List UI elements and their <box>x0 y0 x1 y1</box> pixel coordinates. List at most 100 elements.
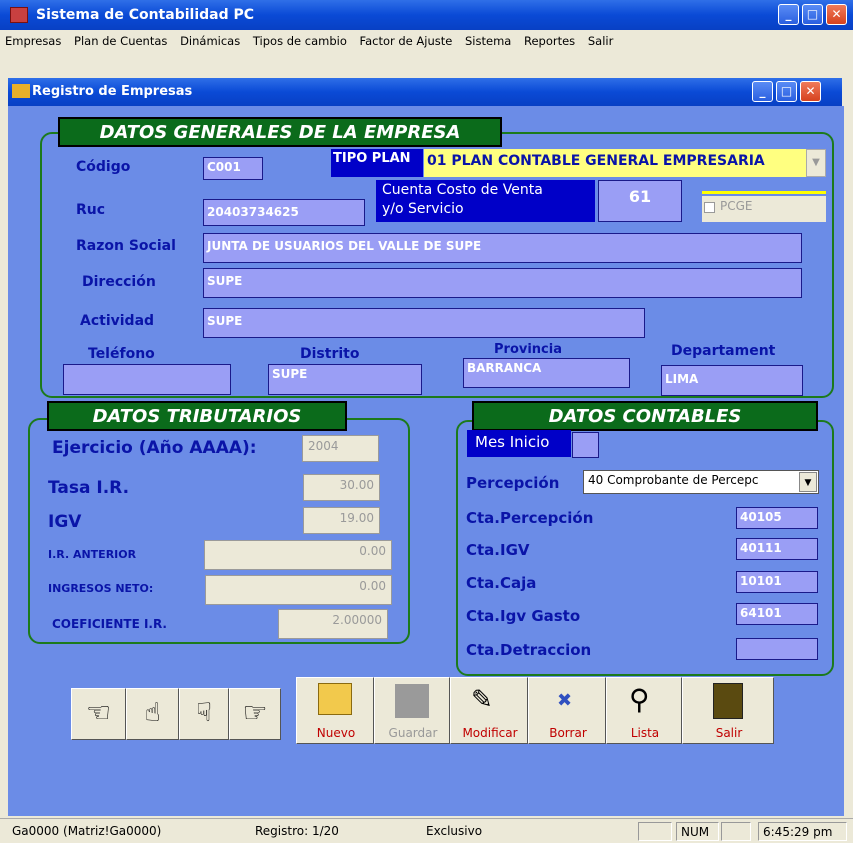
tasa-ir-field[interactable]: 30.00 <box>303 474 380 501</box>
child-close-button[interactable]: ✕ <box>800 81 821 102</box>
hand-right-icon: ☞ <box>242 696 268 729</box>
percepcion-dropdown-icon[interactable]: ▼ <box>799 472 817 492</box>
coeficiente-ir-field[interactable]: 2.00000 <box>278 609 388 639</box>
telefono-field[interactable] <box>63 364 231 395</box>
app-titlebar: Sistema de Contabilidad PC _ □ ✕ <box>0 0 853 30</box>
contables-title: DATOS CONTABLES <box>472 401 818 431</box>
ejercicio-field[interactable]: 2004 <box>302 435 379 462</box>
cta-percepcion-label: Cta.Percepción <box>466 509 594 527</box>
magnifier-icon: ⚲ <box>629 683 650 716</box>
window-title: Registro de Empresas <box>32 84 193 99</box>
prev-record-button[interactable]: ☝ <box>126 688 179 740</box>
menu-reportes[interactable]: Reportes <box>519 30 579 48</box>
cta-detraccion-label: Cta.Detraccion <box>466 641 592 659</box>
borrar-button[interactable]: ✖ Borrar <box>528 677 606 744</box>
cta-igv-gasto-label: Cta.Igv Gasto <box>466 607 581 625</box>
cuenta-costo-label-line2: y/o Servicio <box>382 201 464 217</box>
hand-left-icon: ☜ <box>85 696 112 729</box>
first-record-button[interactable]: ☜ <box>71 688 126 740</box>
borrar-label: Borrar <box>549 726 587 740</box>
razon-social-label: Razon Social <box>76 238 176 254</box>
departamento-label: Departament <box>671 343 776 359</box>
tributarios-title: DATOS TRIBUTARIOS <box>47 401 347 431</box>
general-title: DATOS GENERALES DE LA EMPRESA <box>58 117 502 147</box>
guardar-button[interactable]: Guardar <box>374 677 450 744</box>
app-icon <box>10 7 28 23</box>
tasa-ir-label: Tasa I.R. <box>48 478 130 498</box>
provincia-label: Provincia <box>494 342 562 357</box>
hand-down-icon: ☟ <box>196 698 212 728</box>
percepcion-select-value: 40 Comprobante de Percepc <box>588 473 759 487</box>
pcge-divider <box>702 191 826 194</box>
ejercicio-label: Ejercicio (Año AAAA): <box>52 438 257 458</box>
status-alias: Ga0000 (Matriz!Ga0000) <box>12 824 162 838</box>
maximize-button[interactable]: □ <box>802 4 823 25</box>
child-minimize-button[interactable]: _ <box>752 81 773 102</box>
lista-label: Lista <box>630 726 660 740</box>
guardar-label: Guardar <box>388 726 438 740</box>
last-record-button[interactable]: ☞ <box>229 688 281 740</box>
exit-door-icon <box>713 683 743 719</box>
igv-field[interactable]: 19.00 <box>303 507 380 534</box>
tipo-plan-label: TIPO PLAN <box>331 149 423 177</box>
menu-factor-ajuste[interactable]: Factor de Ajuste <box>355 30 457 48</box>
direccion-label: Dirección <box>82 274 156 290</box>
cta-igv-field[interactable]: 40111 <box>736 538 818 560</box>
minimize-button[interactable]: _ <box>778 4 799 25</box>
cta-igv-label: Cta.IGV <box>466 541 530 559</box>
menu-tipos-cambio[interactable]: Tipos de cambio <box>248 30 351 48</box>
nuevo-label: Nuevo <box>316 726 356 740</box>
direccion-field[interactable]: SUPE <box>203 268 802 298</box>
pcge-checkbox[interactable] <box>704 202 715 213</box>
modificar-button[interactable]: ✎ Modificar <box>450 677 528 744</box>
percepcion-select[interactable]: 40 Comprobante de Percepc ▼ <box>583 470 819 494</box>
nuevo-button[interactable]: Nuevo <box>296 677 374 744</box>
cta-caja-label: Cta.Caja <box>466 574 537 592</box>
modificar-label: Modificar <box>462 726 518 740</box>
distrito-field[interactable]: SUPE <box>268 364 422 395</box>
lista-button[interactable]: ⚲ Lista <box>606 677 682 744</box>
ir-anterior-field[interactable]: 0.00 <box>204 540 392 570</box>
tipo-plan-dropdown-icon[interactable]: ▼ <box>806 149 826 177</box>
ruc-field[interactable]: 20403734625 <box>203 199 365 226</box>
provincia-field[interactable]: BARRANCA <box>463 358 630 388</box>
status-mode: Exclusivo <box>426 824 483 838</box>
cta-detraccion-field[interactable] <box>736 638 818 660</box>
next-record-button[interactable]: ☟ <box>179 688 229 740</box>
cuenta-costo-label-line1: Cuenta Costo de Venta <box>382 182 543 198</box>
cuenta-costo-field[interactable]: 61 <box>598 180 682 222</box>
edit-icon: ✎ <box>471 685 493 715</box>
menu-empresas[interactable]: Empresas <box>0 30 65 48</box>
ir-anterior-label: I.R. ANTERIOR <box>48 548 137 561</box>
status-panel-empty-2 <box>721 822 751 841</box>
menu-dinamicas[interactable]: Dinámicas <box>175 30 244 48</box>
window-titlebar: Registro de Empresas _ □ ✕ <box>8 78 842 106</box>
menu-sistema[interactable]: Sistema <box>460 30 515 48</box>
cuenta-costo-label: Cuenta Costo de Venta y/o Servicio <box>376 180 595 222</box>
cta-caja-field[interactable]: 10101 <box>736 571 818 593</box>
distrito-label: Distrito <box>300 346 360 362</box>
status-num: NUM <box>676 822 719 841</box>
razon-social-field[interactable]: JUNTA DE USUARIOS DEL VALLE DE SUPE <box>203 233 802 263</box>
codigo-field[interactable]: C001 <box>203 157 263 180</box>
child-maximize-button[interactable]: □ <box>776 81 797 102</box>
coeficiente-ir-label: COEFICIENTE I.R. <box>52 617 167 631</box>
mes-inicio-field[interactable] <box>572 432 599 458</box>
mes-inicio-label: Mes Inicio <box>467 430 571 457</box>
delete-icon: ✖ <box>557 690 573 711</box>
folder-icon <box>318 683 352 715</box>
telefono-label: Teléfono <box>88 346 155 362</box>
actividad-field[interactable]: SUPE <box>203 308 645 338</box>
tipo-plan-select[interactable]: 01 PLAN CONTABLE GENERAL EMPRESARIA <box>424 149 806 177</box>
menubar: Empresas Plan de Cuentas Dinámicas Tipos… <box>0 30 853 52</box>
menu-salir[interactable]: Salir <box>583 30 617 48</box>
menu-plan-cuentas[interactable]: Plan de Cuentas <box>69 30 171 48</box>
ingresos-netos-field[interactable]: 0.00 <box>205 575 392 605</box>
departamento-field[interactable]: LIMA <box>661 365 803 396</box>
close-button[interactable]: ✕ <box>826 4 847 25</box>
salir-button[interactable]: Salir <box>682 677 774 744</box>
cta-igv-gasto-field[interactable]: 64101 <box>736 603 818 625</box>
ruc-label: Ruc <box>76 202 106 218</box>
pcge-label: PCGE <box>720 199 753 213</box>
cta-percepcion-field[interactable]: 40105 <box>736 507 818 529</box>
